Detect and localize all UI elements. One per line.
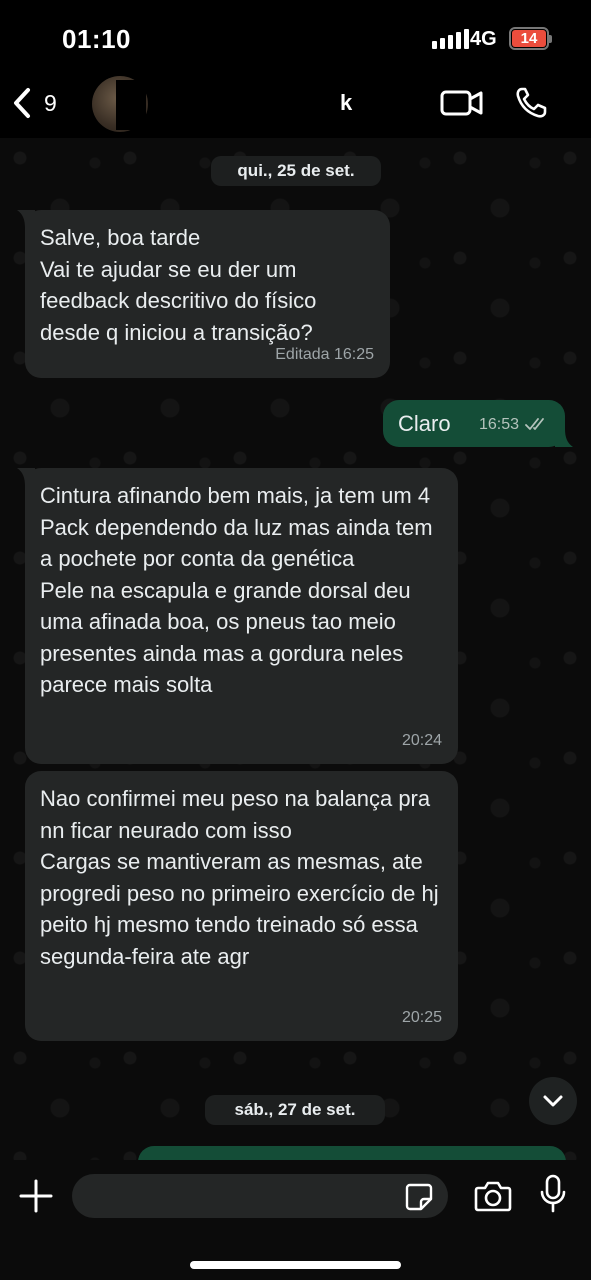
redaction-box [116,80,146,130]
battery-level: 14 [512,30,546,47]
battery-icon: 14 [509,27,552,50]
microphone-icon[interactable] [540,1174,566,1214]
message-bubble-incoming[interactable]: Cintura afinando bem mais, ja tem um 4 P… [17,468,458,764]
chevron-down-icon [543,1095,563,1107]
date-separator: qui., 25 de set. [211,156,381,186]
video-camera-icon[interactable] [440,86,484,120]
message-text: Cintura afinando bem mais, ja tem um 4 P… [40,483,433,697]
contact-name[interactable]: k [340,90,352,116]
plus-icon[interactable] [18,1178,54,1214]
message-text: Nao confirmei meu peso na balança pra nn… [40,786,439,969]
composer-bar [0,1160,591,1280]
phone-icon[interactable] [514,86,550,120]
double-check-icon [525,418,544,431]
message-meta: Editada 16:25 [275,339,374,371]
message-text: Salve, boa tarde Vai te ajudar se eu der… [40,225,317,345]
message-timestamp: 16:53 [478,415,519,433]
chat-header: 9 k [0,76,591,138]
message-meta: 20:25 [402,1002,442,1034]
message-meta: 16:53 [479,409,549,441]
bubble-tail [17,210,35,228]
message-timestamp: 20:24 [401,731,442,749]
status-bar: 01:10 4G 14 [0,0,591,76]
chevron-left-icon [14,88,30,118]
network-type: 4G [470,28,497,50]
message-composer[interactable] [72,1174,448,1218]
bubble-tail [17,468,35,486]
signal-icon [432,29,469,49]
message-meta: 20:24 [402,725,442,757]
message-bubble-incoming[interactable]: Nao confirmei meu peso na balança pra nn… [25,771,458,1041]
message-timestamp: 20:25 [401,1008,442,1026]
bubble-tail [555,429,573,447]
scroll-to-bottom-button[interactable] [529,1077,577,1125]
message-bubble-incoming[interactable]: Salve, boa tarde Vai te ajudar se eu der… [17,210,390,378]
camera-icon[interactable] [474,1180,512,1212]
message-timestamp: Editada 16:25 [275,345,374,363]
date-separator: sáb., 27 de set. [205,1095,385,1125]
back-button[interactable]: 9 [10,86,57,120]
unread-count: 9 [44,89,57,116]
home-indicator[interactable] [190,1261,401,1269]
status-time: 01:10 [62,24,131,54]
message-input[interactable] [88,1174,388,1218]
message-bubble-outgoing[interactable]: Claro 16:53 [383,400,573,447]
sticker-icon[interactable] [404,1182,434,1212]
